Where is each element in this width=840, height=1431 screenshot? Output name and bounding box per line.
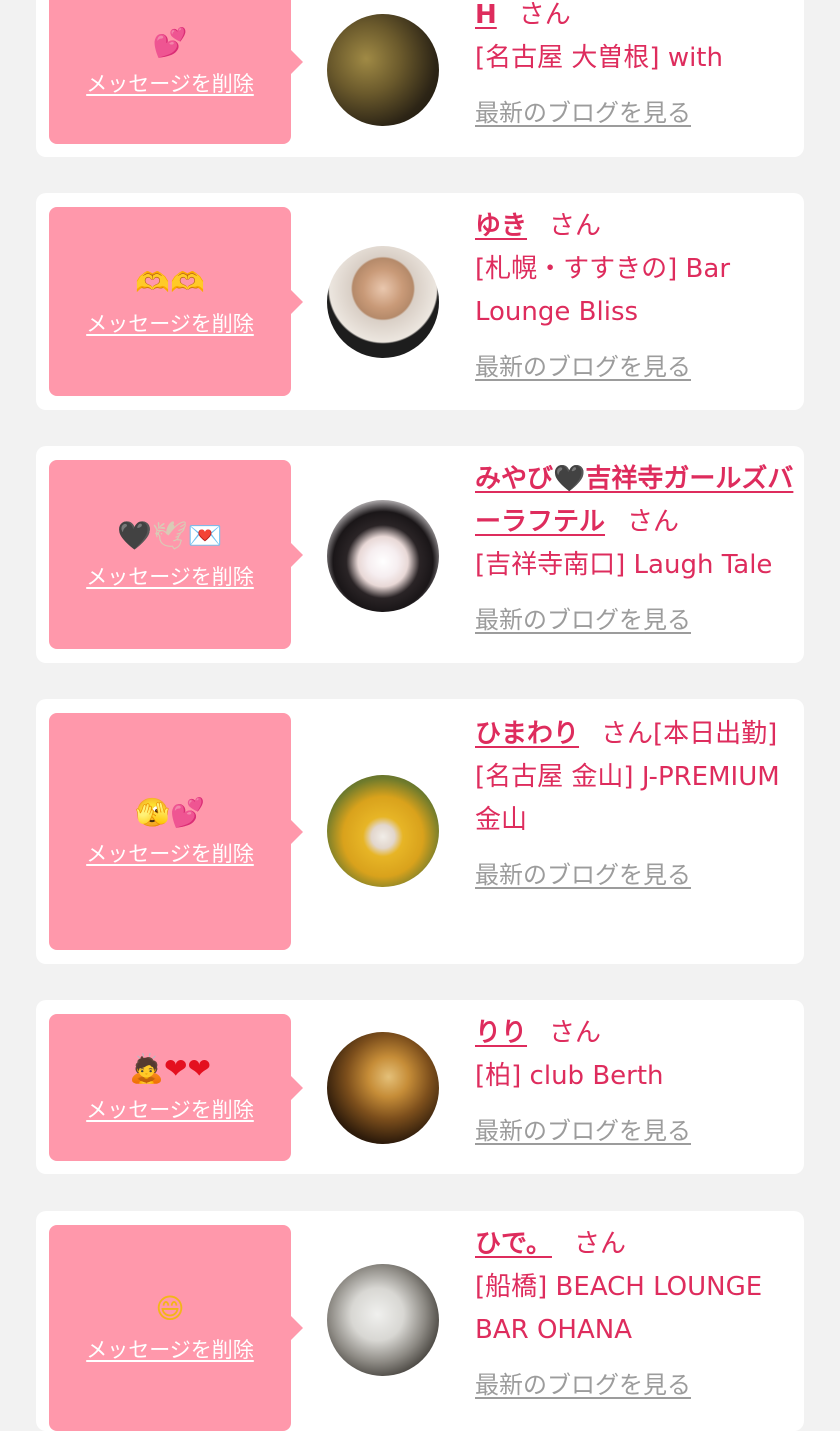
shop-name: [札幌・すすきの] Bar Lounge Bliss	[475, 254, 731, 327]
honorific: さん	[518, 0, 571, 30]
honorific: さん	[549, 211, 602, 241]
message-emoji: 🙇❤❤	[129, 1052, 211, 1086]
message-card: 🖤🕊💌 メッセージを削除 みやび🖤吉祥寺ガールズバーラフテル さん [吉祥寺南口]…	[36, 446, 804, 663]
heart-hands-icon: 🫶	[135, 265, 170, 299]
bowing-person-icon: 🙇	[129, 1051, 164, 1085]
sender-name-link[interactable]: H	[475, 0, 497, 30]
message-emoji: 😄	[155, 1292, 184, 1326]
avatar[interactable]	[327, 775, 439, 887]
delete-message-button[interactable]: メッセージを削除	[86, 561, 254, 591]
honorific: さん	[601, 719, 654, 749]
message-emoji: 🫶🫶	[135, 266, 205, 300]
message-card: 😄 メッセージを削除 ひで。 さん [船橋] BEACH LOUNGE BAR O…	[36, 1211, 804, 1431]
delete-message-button[interactable]: メッセージを削除	[86, 838, 254, 868]
avatar[interactable]	[327, 1032, 439, 1144]
two-hearts-icon: 💕	[152, 26, 188, 59]
status-tag: [本日出勤]	[653, 719, 778, 749]
sender-name-link[interactable]: りり	[475, 1018, 527, 1048]
latest-blog-link[interactable]: 最新のブログを見る	[475, 599, 795, 642]
delete-message-button[interactable]: メッセージを削除	[86, 68, 254, 98]
avatar[interactable]	[327, 500, 439, 612]
avatar[interactable]	[327, 14, 439, 126]
honorific: さん	[627, 507, 680, 537]
red-heart-icon: ❤	[163, 1051, 188, 1085]
sender-info: ひで。 さん [船橋] BEACH LOUNGE BAR OHANA 最新のブログ…	[475, 1223, 795, 1407]
message-card: 🙇❤❤ メッセージを削除 りり さん [柏] club Berth 最新のブログを…	[36, 1000, 804, 1174]
message-bubble: 🫣💕 メッセージを削除	[49, 713, 303, 950]
message-emoji: 🖤🕊💌	[117, 519, 222, 553]
latest-blog-link[interactable]: 最新のブログを見る	[475, 1364, 795, 1407]
delete-message-button[interactable]: メッセージを削除	[86, 1334, 254, 1364]
shop-name: [名古屋 大曽根] with	[475, 43, 723, 73]
sender-name-link[interactable]: ひまわり	[475, 719, 579, 749]
latest-blog-link[interactable]: 最新のブログを見る	[475, 854, 795, 897]
shop-name: [船橋] BEACH LOUNGE BAR OHANA	[475, 1272, 763, 1345]
message-bubble: 😄 メッセージを削除	[49, 1225, 303, 1431]
black-heart-icon: 🖤	[117, 518, 153, 552]
avatar[interactable]	[327, 1264, 439, 1376]
honorific: さん	[573, 1229, 626, 1259]
latest-blog-link[interactable]: 最新のブログを見る	[475, 92, 795, 135]
grinning-face-icon: 😄	[155, 1292, 185, 1325]
sender-info: H さん [名古屋 大曽根] with 最新のブログを見る	[475, 0, 795, 135]
sender-info: みやび🖤吉祥寺ガールズバーラフテル さん [吉祥寺南口] Laugh Tale 最…	[475, 458, 795, 642]
message-card: 🫶🫶 メッセージを削除 ゆき さん [札幌・すすきの] Bar Lounge Bl…	[36, 193, 804, 410]
shop-name: [吉祥寺南口] Laugh Tale	[475, 550, 773, 580]
latest-blog-link[interactable]: 最新のブログを見る	[475, 1110, 795, 1153]
honorific: さん	[549, 1018, 602, 1048]
heart-hands-icon: 🫶	[170, 265, 205, 299]
sender-name-link[interactable]: ゆき	[475, 211, 527, 241]
message-card: 🫣💕 メッセージを削除 ひまわり さん[本日出勤] [名古屋 金山] J-PREM…	[36, 699, 804, 964]
face-peeking-icon: 🫣	[135, 795, 170, 829]
delete-message-button[interactable]: メッセージを削除	[86, 308, 254, 338]
shop-name: [柏] club Berth	[475, 1061, 664, 1091]
sender-name-link[interactable]: ひで。	[475, 1229, 552, 1259]
message-bubble: 🙇❤❤ メッセージを削除	[49, 1014, 303, 1161]
avatar[interactable]	[327, 246, 439, 358]
message-bubble: 💕 メッセージを削除	[49, 0, 303, 144]
love-letter-icon: 💌	[187, 518, 223, 552]
message-bubble: 🖤🕊💌 メッセージを削除	[49, 460, 303, 649]
red-heart-icon: ❤	[187, 1051, 211, 1085]
sender-info: りり さん [柏] club Berth 最新のブログを見る	[475, 1012, 795, 1153]
sender-info: ゆき さん [札幌・すすきの] Bar Lounge Bliss 最新のブログを見…	[475, 205, 795, 389]
sender-info: ひまわり さん[本日出勤] [名古屋 金山] J-PREMIUM 金山 最新のブロ…	[475, 713, 795, 897]
latest-blog-link[interactable]: 最新のブログを見る	[475, 346, 795, 389]
delete-message-button[interactable]: メッセージを削除	[86, 1094, 254, 1124]
shop-name: [名古屋 金山] J-PREMIUM 金山	[475, 762, 780, 835]
message-card: 💕 メッセージを削除 H さん [名古屋 大曽根] with 最新のブログを見る	[36, 0, 804, 157]
two-hearts-icon: 💕	[170, 795, 205, 829]
dove-icon: 🕊	[152, 518, 188, 552]
message-bubble: 🫶🫶 メッセージを削除	[49, 207, 303, 396]
message-emoji: 💕	[153, 26, 188, 60]
message-emoji: 🫣💕	[135, 796, 205, 830]
